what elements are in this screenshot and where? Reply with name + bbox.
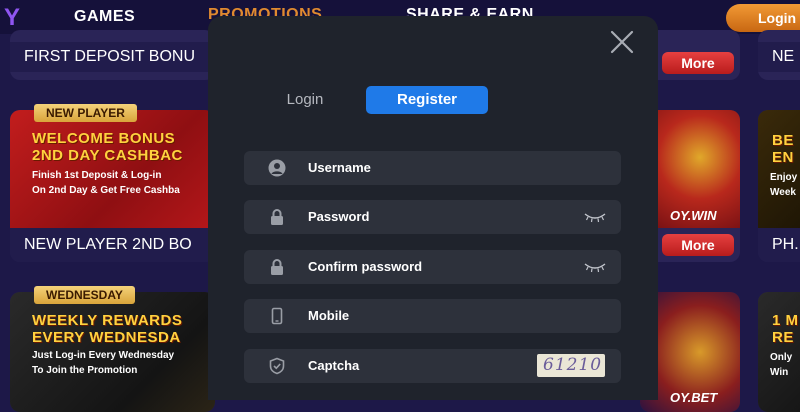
promo-headline: BE (772, 132, 794, 149)
nav-games[interactable]: GAMES (74, 8, 135, 26)
register-modal: Login Register Username Password Confirm… (208, 16, 658, 400)
promo-card-caption: FIRST DEPOSIT BONU (10, 42, 215, 72)
captcha-field[interactable]: Captcha 61210 (244, 349, 621, 383)
promo-card-caption: NEW PLAYER 2ND BO (10, 228, 215, 262)
promo-description: Finish 1st Deposit & Log-in (32, 170, 162, 181)
logo[interactable]: Y (4, 4, 20, 32)
promo-headline: WEEKLY REWARDS (32, 312, 183, 329)
captcha-label: Captcha (308, 358, 360, 373)
promo-banner-image (758, 110, 800, 228)
promo-card-far-right-top[interactable]: NE (758, 30, 800, 80)
promo-description: Enjoy (770, 172, 798, 183)
promo-description: Week (770, 187, 796, 198)
promo-ribbon: NEW PLAYER (34, 104, 137, 122)
promo-headline: EN (772, 149, 794, 166)
close-icon[interactable] (609, 29, 635, 55)
promo-card-caption: PH. (758, 228, 800, 262)
more-button[interactable]: More (662, 234, 734, 256)
promo-headline: WELCOME BONUS (32, 130, 176, 147)
promo-card-far-right-mid[interactable]: BE EN Enjoy Week PH. (758, 110, 800, 262)
lock-icon (271, 209, 283, 225)
promo-card-first-deposit[interactable]: FIRST DEPOSIT BONU (10, 30, 215, 80)
promo-card-caption: NE (758, 42, 800, 72)
password-label: Password (308, 209, 370, 224)
promo-description: Only (770, 352, 793, 363)
brand-watermark: OY.WIN (670, 208, 717, 223)
mobile-label: Mobile (308, 308, 350, 323)
confirm-password-label: Confirm password (308, 259, 423, 274)
promo-headline: RE (772, 329, 794, 346)
captcha-image[interactable]: 61210 (537, 354, 605, 377)
promo-ribbon: WEDNESDAY (34, 286, 135, 304)
lock-icon (271, 259, 283, 275)
password-field[interactable]: Password (244, 200, 621, 234)
promo-headline: EVERY WEDNESDA (32, 329, 181, 346)
more-button[interactable]: More (662, 52, 734, 74)
promo-card-far-right-bottom[interactable]: 1 M RE Only Win (758, 292, 800, 412)
promo-description: To Join the Promotion (32, 365, 138, 376)
eye-closed-icon[interactable] (584, 211, 606, 223)
brand-watermark: OY.BET (670, 390, 718, 405)
promo-card-new-player[interactable]: WELCOME BONUS 2ND DAY CASHBAC Finish 1st… (10, 110, 215, 262)
confirm-password-field[interactable]: Confirm password (244, 250, 621, 284)
username-field[interactable]: Username (244, 151, 621, 185)
promo-headline: 1 M (772, 312, 799, 329)
username-label: Username (308, 160, 371, 175)
promo-headline: 2ND DAY CASHBAC (32, 147, 183, 164)
promo-description: Just Log-in Every Wednesday (32, 350, 175, 361)
user-icon (268, 159, 286, 177)
captcha-code: 61210 (543, 355, 603, 375)
promo-card-wednesday[interactable]: WEEKLY REWARDS EVERY WEDNESDA Just Log-i… (10, 292, 215, 412)
eye-closed-icon[interactable] (584, 261, 606, 273)
shield-icon (269, 357, 285, 375)
promo-description: Win (770, 367, 789, 378)
promo-description: On 2nd Day & Get Free Cashba (32, 185, 180, 196)
mobile-field[interactable]: Mobile (244, 299, 621, 333)
tab-register[interactable]: Register (366, 86, 488, 114)
header-login-button[interactable]: Login (726, 4, 800, 32)
phone-icon (271, 307, 283, 325)
tab-login[interactable]: Login (266, 86, 344, 114)
